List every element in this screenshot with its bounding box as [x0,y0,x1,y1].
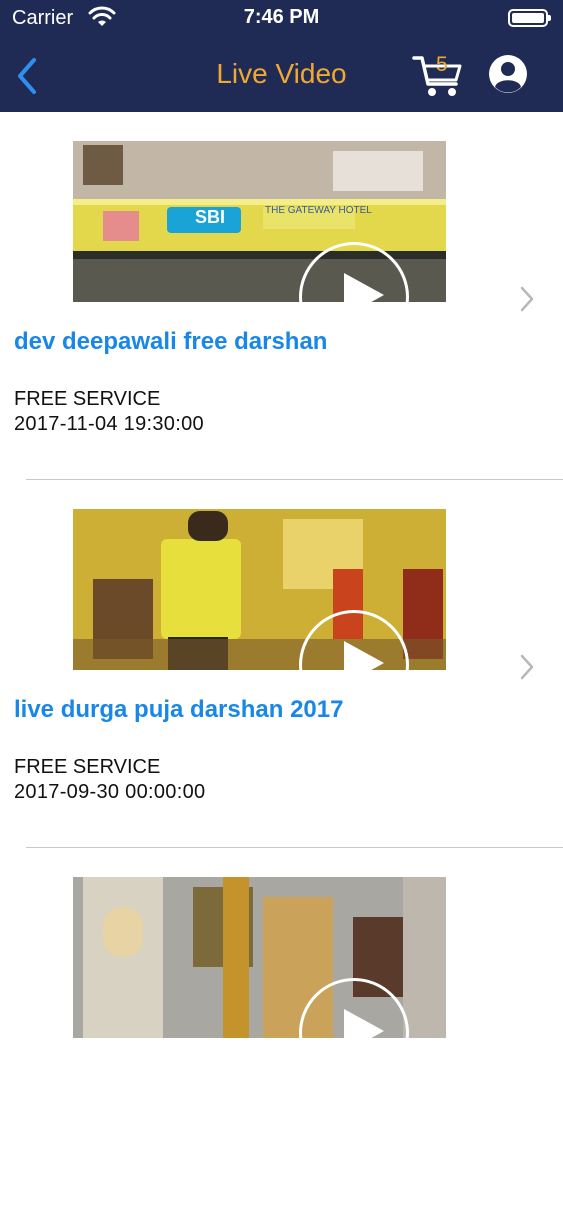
status-time: 7:46 PM [243,6,320,28]
video-item[interactable] [0,848,563,1216]
chevron-right-icon[interactable] [516,652,538,682]
nav-bar: Live Video 5 [0,36,563,112]
video-date: 2017-09-30 00:00:00 [14,781,206,803]
battery-icon [508,9,551,27]
cart-count-badge: 5 [436,53,448,76]
user-icon[interactable] [488,54,528,94]
app-header: Carrier 7:46 PM Live Video 5 [0,0,563,112]
page-title: Live Video [216,58,347,89]
video-item[interactable]: live durga puja darshan 2017 FREE SERVIC… [0,480,563,848]
chevron-right-icon[interactable] [516,284,538,314]
video-title[interactable]: dev deepawali free darshan [14,328,327,356]
thumb-banner-hotel: THE GATEWAY HOTEL [265,205,372,216]
service-label: FREE SERVICE [14,756,161,778]
status-bar: Carrier 7:46 PM [0,0,563,36]
video-title[interactable]: live durga puja darshan 2017 [14,696,343,724]
video-item[interactable]: SBI THE GATEWAY HOTEL dev deepawali free… [0,112,563,480]
play-icon[interactable] [299,978,409,1088]
video-date: 2017-11-04 19:30:00 [14,413,204,435]
thumb-banner-sbi: SBI [195,207,226,227]
service-label: FREE SERVICE [14,388,161,410]
